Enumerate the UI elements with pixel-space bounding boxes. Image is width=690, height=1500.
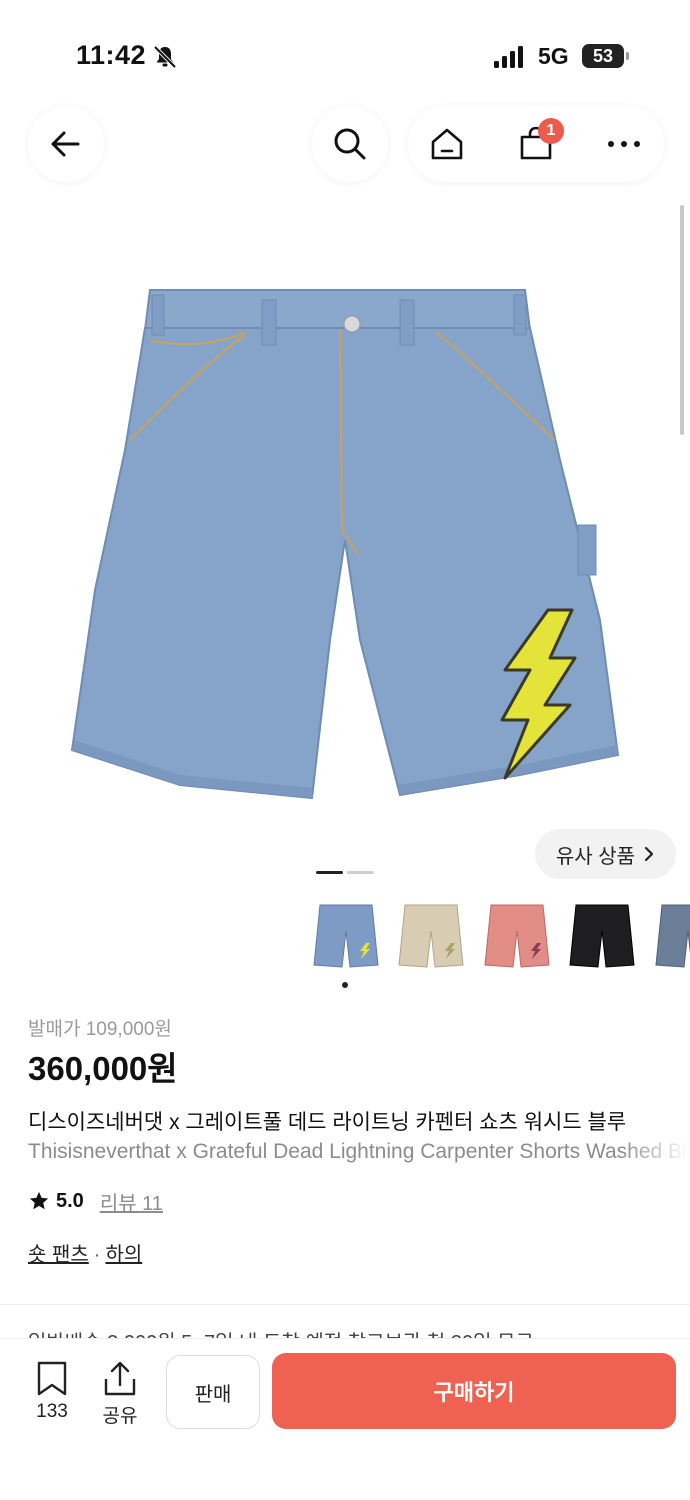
- header-nav-group: [408, 106, 664, 182]
- product-image-carousel[interactable]: [0, 200, 690, 880]
- bell-slash-icon: [153, 45, 177, 69]
- more-button[interactable]: [586, 106, 662, 182]
- similar-products-button[interactable]: 유사 상품: [535, 829, 676, 879]
- release-price: 발매가 109,000원: [28, 1019, 172, 1040]
- thumbnail-beige[interactable]: [391, 895, 471, 975]
- cart-count-badge: 1: [538, 118, 564, 144]
- review-link[interactable]: 리뷰 11: [100, 1187, 163, 1216]
- product-name-english: Thisisneverthat x Grateful Dead Lightnin…: [28, 1140, 690, 1163]
- back-button[interactable]: [28, 106, 104, 182]
- bookmark-icon: [37, 1361, 67, 1396]
- home-button[interactable]: [409, 106, 485, 182]
- rating-row: 5.0 리뷰 11: [28, 1186, 163, 1216]
- sell-button[interactable]: 판매: [166, 1355, 260, 1429]
- search-icon: [334, 128, 366, 160]
- bottom-action-bar: 133 공유 판매 구매하기: [0, 1338, 690, 1500]
- shorts-thumbnail-icon: [655, 904, 690, 968]
- cart-button[interactable]: [498, 106, 574, 182]
- bookmark-button[interactable]: 133: [22, 1361, 82, 1423]
- color-thumbnail-list: [0, 895, 690, 985]
- rating-value: 5.0: [56, 1189, 84, 1212]
- search-button[interactable]: [312, 106, 388, 182]
- similar-products-label: 유사 상품: [555, 845, 636, 868]
- buy-button[interactable]: 구매하기: [272, 1353, 676, 1429]
- scroll-indicator: [680, 205, 684, 435]
- arrow-left-icon: [51, 131, 80, 157]
- denim-shorts-image: [70, 289, 620, 800]
- thumbnail-selected-dot: [342, 982, 348, 988]
- category-bottoms-link[interactable]: 하의: [105, 1244, 142, 1266]
- battery-icon: 53: [582, 44, 629, 68]
- section-divider: [0, 1304, 690, 1305]
- carousel-dot-active: [316, 871, 343, 874]
- share-label: 공유: [102, 1406, 138, 1427]
- thumbnail-grey-blue[interactable]: [648, 895, 690, 975]
- thumbnail-pink[interactable]: [477, 895, 557, 975]
- bookmark-count: 133: [36, 1401, 68, 1422]
- network-label: 5G: [538, 43, 569, 69]
- product-name-korean: 디스이즈네버댓 x 그레이트풀 데드 라이트닝 카펜터 쇼츠 워시드 블루: [28, 1111, 627, 1134]
- share-button[interactable]: 공유: [90, 1361, 150, 1428]
- shorts-thumbnail-icon: [569, 904, 635, 968]
- category-breadcrumb: 숏 팬츠 · 하의: [28, 1238, 142, 1267]
- status-time: 11:42: [76, 40, 147, 70]
- thumbnail-black[interactable]: [562, 895, 642, 975]
- star-icon: [29, 1191, 49, 1210]
- chevron-right-icon: [644, 846, 654, 862]
- share-icon: [104, 1361, 136, 1396]
- shorts-thumbnail-icon: [484, 904, 550, 968]
- category-separator: ·: [93, 1244, 101, 1266]
- current-price: 360,000원: [28, 1050, 178, 1087]
- signal-icon: [494, 46, 523, 68]
- title-fade-overlay: [620, 1100, 690, 1172]
- shorts-thumbnail-icon: [398, 904, 464, 968]
- shorts-thumbnail-icon: [313, 904, 379, 968]
- more-horizontal-icon: [608, 141, 640, 147]
- category-short-pants-link[interactable]: 숏 팬츠: [28, 1244, 89, 1266]
- status-bar: 11:42 5G 53: [0, 0, 690, 100]
- thumbnail-washed-blue[interactable]: [306, 895, 386, 975]
- carousel-dot: [347, 871, 374, 874]
- home-icon: [431, 128, 463, 160]
